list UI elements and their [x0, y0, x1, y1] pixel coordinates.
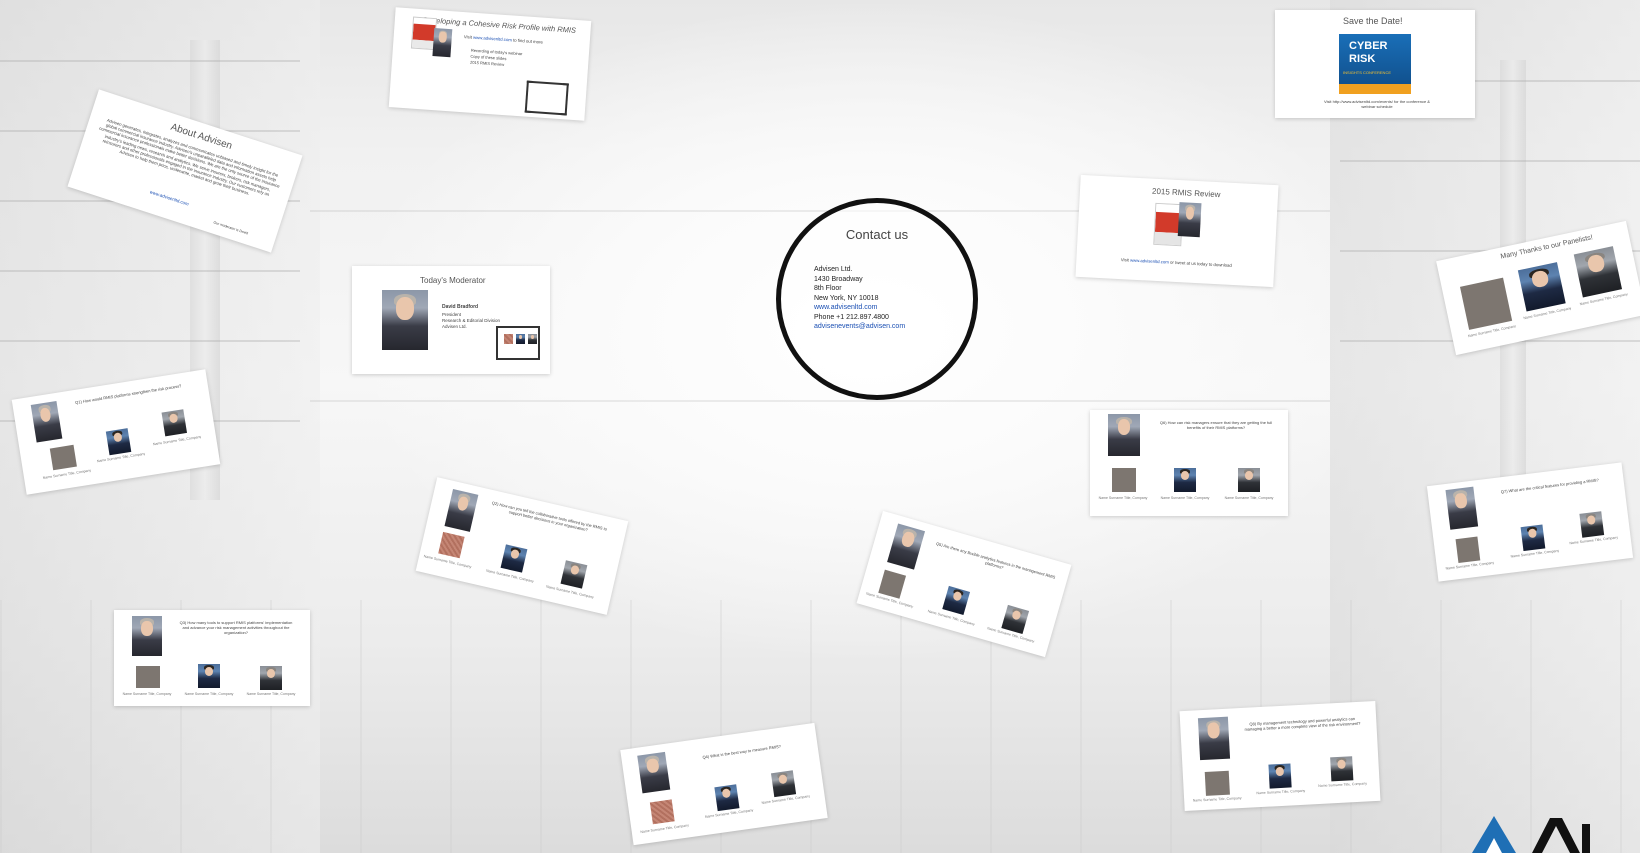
save-date-title: Save the Date! [1343, 16, 1403, 26]
q1-caption-1: Name Surname Title, Company [42, 468, 92, 480]
contact-details: Advisen Ltd. 1430 Broadway 8th Floor New… [814, 265, 905, 332]
q3-moderator-photo [132, 616, 162, 656]
contact-city: New York, NY 10018 [814, 294, 879, 302]
review-link[interactable]: www.advisenltd.com [1130, 258, 1169, 265]
advisen-logo [1472, 816, 1590, 853]
q8-caption-1: Name Surname Title, Company [1192, 796, 1242, 803]
q7-caption-3: Name Surname Title, Company [1569, 535, 1619, 546]
q7-caption-2: Name Surname Title, Company [1510, 548, 1560, 559]
q4-moderator-photo [637, 751, 671, 794]
question-card-8[interactable]: Q8) By management technology and powerfu… [1179, 700, 1381, 812]
contact-us-frame[interactable]: Contact us Advisen Ltd. 1430 Broadway 8t… [776, 198, 978, 400]
contact-company: Advisen Ltd. [814, 266, 853, 273]
q1-moderator-photo [30, 400, 63, 443]
q6-caption-1: Name Surname Title, Company [1098, 496, 1148, 500]
webinar-frame-bracket[interactable] [524, 80, 569, 116]
q7-moderator-photo [1445, 486, 1479, 530]
q8-moderator-photo [1197, 716, 1231, 761]
contact-website-link[interactable]: www.advisenltd.com [814, 303, 905, 313]
cyber-risk-banner: CYBER RISK INSIGHTS CONFERENCE [1339, 34, 1411, 94]
review-photo [1177, 202, 1202, 238]
panelist-3-photo [1573, 246, 1623, 298]
save-the-date-card[interactable]: Save the Date! CYBER RISK INSIGHTS CONFE… [1275, 10, 1475, 118]
webinar-title-card[interactable]: Developing a Cohesive Risk Profile with … [388, 7, 592, 121]
contact-title: Contact us [845, 227, 909, 242]
q4-caption-2: Name Surname Title, Company [704, 808, 754, 819]
rmis-review-card[interactable]: 2015 RMIS Review Visit www.advisenltd.co… [1075, 174, 1279, 288]
q8-caption-3: Name Surname Title, Company [1318, 781, 1368, 789]
save-date-footer: Visit http://www.advisenltd.com/events/ … [1324, 99, 1430, 109]
q4-caption-3: Name Surname Title, Company [761, 794, 811, 805]
q3-caption-1: Name Surname Title, Company [122, 692, 172, 696]
review-title: 2015 RMIS Review [1151, 186, 1221, 200]
q2-caption-1: Name Surname Title, Company [423, 554, 472, 570]
moderator-title: Today's Moderator [420, 276, 486, 285]
q2-caption-2: Name Surname Title, Company [485, 568, 535, 584]
review-footer: Visit www.advisenltd.com or tweet at us … [1120, 257, 1233, 268]
q3-caption-3: Name Surname Title, Company [246, 692, 296, 696]
q6-caption-2: Name Surname Title, Company [1160, 496, 1210, 500]
moderator-name: David Bradford [442, 304, 479, 310]
q5-moderator-photo [887, 523, 926, 570]
q3-text: Q3) How many tools to support RMIS platf… [179, 620, 293, 635]
webinar-bullet-3: 2015 RMIS Review [469, 59, 505, 67]
contact-address-1: 1430 Broadway [814, 275, 863, 283]
q7-text: Q7) What are the critical features for p… [1500, 477, 1599, 495]
q8-text: Q8) By management technology and powerfu… [1244, 716, 1361, 732]
question-card-3[interactable]: Q3) How many tools to support RMIS platf… [114, 610, 310, 706]
contact-address-2: 8th Floor [814, 285, 842, 292]
q6-text: Q6) How can risk managers ensure that th… [1159, 420, 1273, 430]
q7-caption-1: Name Surname Title, Company [1445, 560, 1495, 571]
panelist-2-photo [1517, 262, 1566, 312]
q2-caption-3: Name Surname Title, Company [545, 584, 595, 600]
webinar-link[interactable]: www.advisenltd.com [473, 35, 512, 43]
q4-text: Q4) What is the best way to measure RMIS… [702, 743, 782, 760]
q3-caption-2: Name Surname Title, Company [184, 692, 234, 696]
webinar-photo [432, 28, 453, 58]
question-card-6[interactable]: Q6) How can risk managers ensure that th… [1090, 410, 1288, 516]
panelist-1-photo [1459, 277, 1513, 330]
q4-caption-1: Name Surname Title, Company [640, 823, 690, 835]
q6-caption-3: Name Surname Title, Company [1224, 496, 1274, 500]
about-link[interactable]: www.advisenltd.com [149, 188, 190, 207]
moderator-card[interactable]: Today's Moderator David Bradford Preside… [352, 266, 550, 374]
q6-moderator-photo [1108, 414, 1140, 456]
moderator-company: Advisen Ltd. [442, 324, 467, 329]
about-note: Our moderator is David [212, 220, 249, 236]
webinar-visit: Visit www.advisenltd.com to find out mor… [463, 34, 544, 45]
q8-caption-2: Name Surname Title, Company [1256, 788, 1306, 796]
banner-risk: RISK [1349, 53, 1376, 65]
contact-email-link[interactable]: advisenevents@advisen.com [814, 322, 905, 332]
q1-caption-3: Name Surname Title, Company [152, 434, 202, 447]
slide-background [0, 0, 1640, 853]
contact-phone: Phone +1 212.897.4800 [814, 313, 889, 321]
banner-sub: INSIGHTS CONFERENCE [1343, 70, 1392, 75]
q2-moderator-photo [444, 489, 479, 532]
moderator-photo [382, 290, 428, 350]
banner-cyber: CYBER [1349, 40, 1388, 52]
